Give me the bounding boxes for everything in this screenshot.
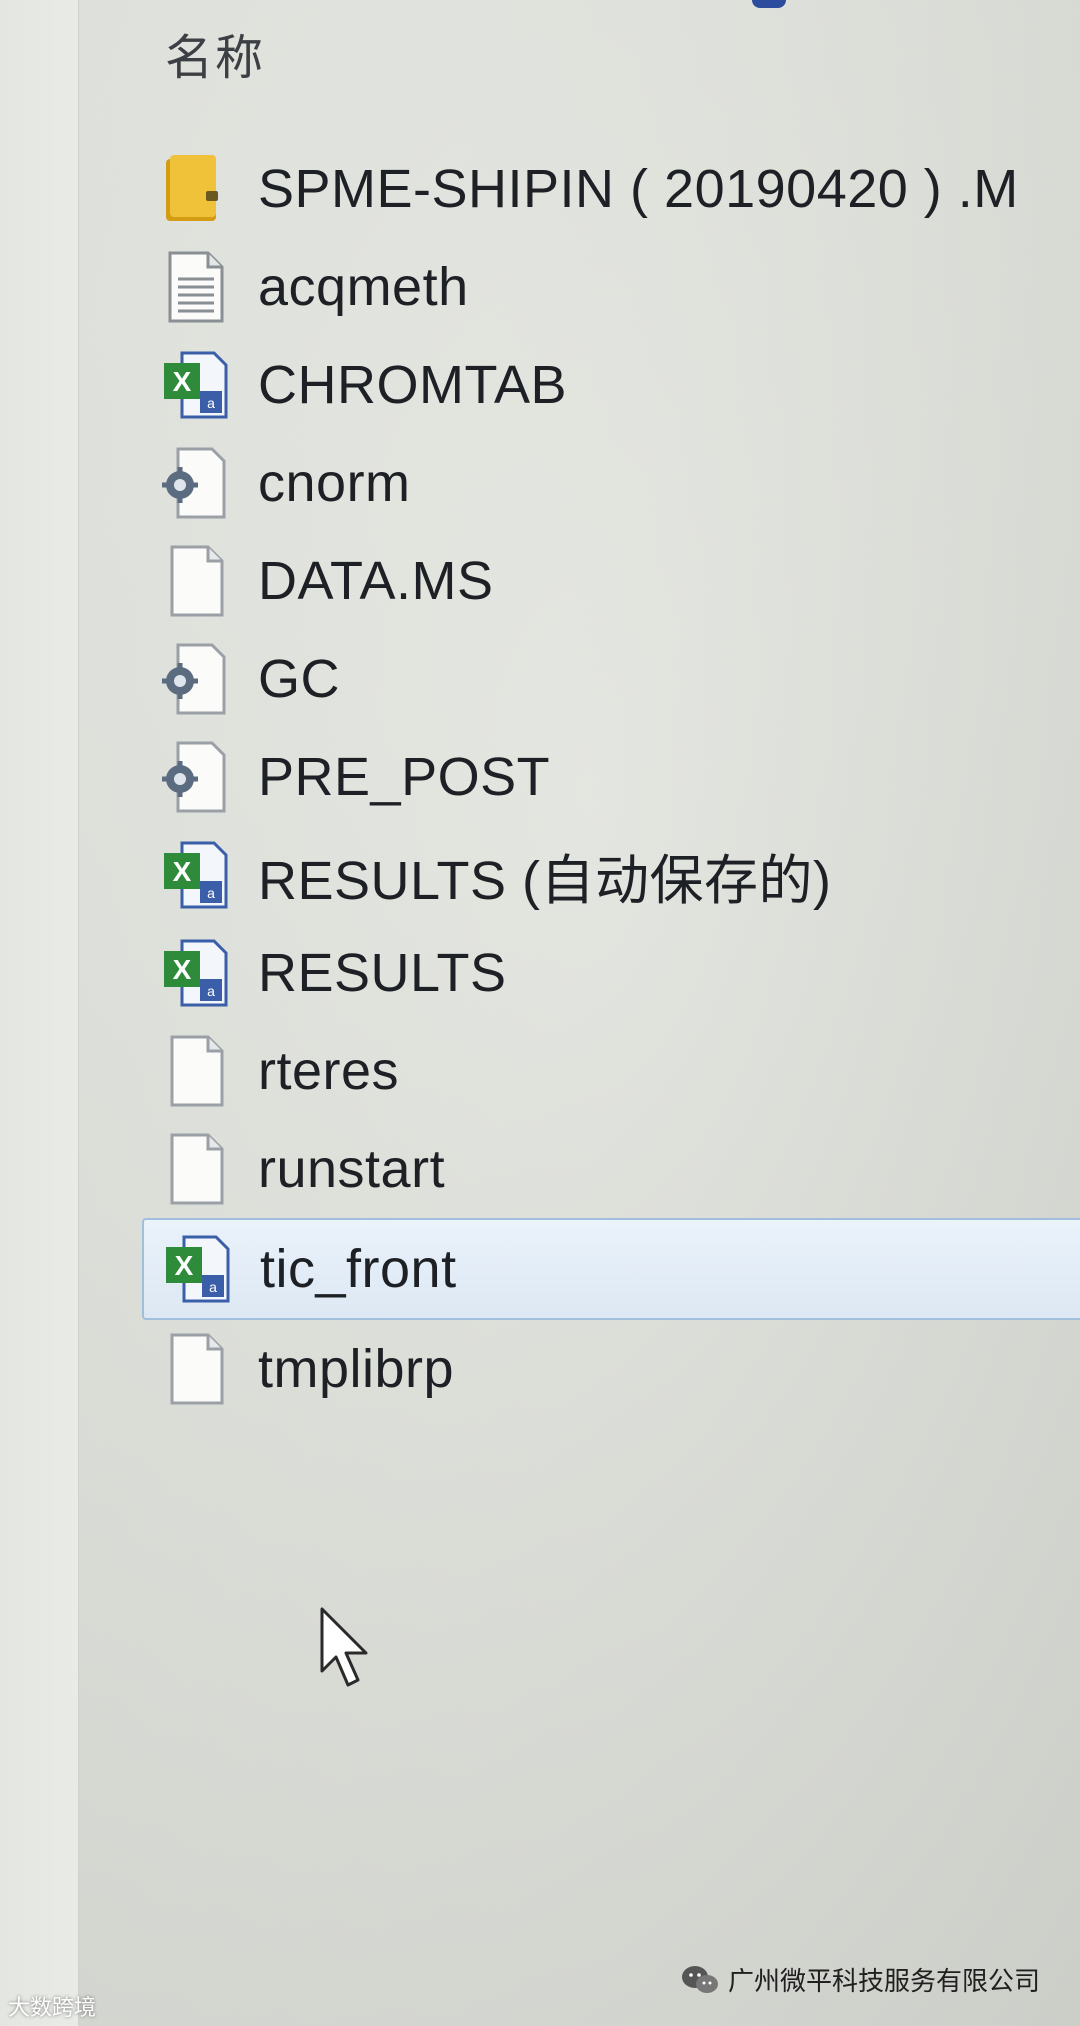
file-row[interactable]: cnorm bbox=[160, 434, 1080, 532]
svg-text:a: a bbox=[207, 885, 215, 901]
file-name: CHROMTAB bbox=[258, 355, 567, 415]
file-name: tmplibrp bbox=[258, 1339, 455, 1399]
blank-file-icon bbox=[160, 1331, 230, 1407]
file-name: acqmeth bbox=[258, 257, 469, 317]
wechat-icon bbox=[681, 1965, 718, 1993]
blank-file-icon bbox=[160, 1131, 230, 1207]
file-name: tic_front bbox=[260, 1239, 457, 1299]
svg-text:a: a bbox=[209, 1279, 217, 1295]
file-row[interactable]: a X CHROMTAB bbox=[160, 336, 1080, 434]
excel-file-icon: aX bbox=[160, 347, 230, 423]
file-name: SPME-SHIPIN ( 20190420 ) .M bbox=[258, 159, 1019, 219]
watermark-left-text: 大数跨境 bbox=[8, 1995, 97, 2020]
mouse-pointer-icon bbox=[320, 1607, 368, 1687]
svg-text:a: a bbox=[207, 395, 215, 411]
settings-file-icon bbox=[160, 641, 230, 717]
file-name: rteres bbox=[258, 1041, 400, 1101]
file-row[interactable]: rteres bbox=[160, 1022, 1080, 1120]
file-name: cnorm bbox=[258, 453, 411, 513]
text-document-icon bbox=[160, 249, 230, 325]
svg-text:X: X bbox=[173, 856, 192, 887]
name-column-header[interactable]: 名称 bbox=[165, 18, 265, 88]
excel-file-icon: aX bbox=[160, 837, 230, 913]
file-name: runstart bbox=[258, 1139, 446, 1199]
file-row[interactable]: PRE_POST bbox=[160, 728, 1080, 826]
file-name: GC bbox=[258, 649, 340, 709]
navigation-pane-edge bbox=[0, 0, 79, 2026]
file-name: PRE_POST bbox=[258, 747, 551, 807]
watermark-right-text: 广州微平科技服务有限公司 bbox=[727, 1966, 1040, 1996]
top-edge-mark bbox=[752, 0, 786, 8]
file-name: RESULTS (自动保存的) bbox=[258, 850, 832, 911]
file-row[interactable]: a X RESULTS bbox=[160, 924, 1080, 1022]
file-name: RESULTS bbox=[258, 943, 507, 1003]
settings-file-icon bbox=[160, 445, 230, 521]
settings-file-icon bbox=[160, 739, 230, 815]
folder-icon bbox=[160, 151, 230, 227]
file-row[interactable]: runstart bbox=[160, 1120, 1080, 1218]
file-row[interactable]: tmplibrp bbox=[160, 1320, 1080, 1418]
svg-text:X: X bbox=[173, 366, 192, 397]
svg-text:X: X bbox=[173, 954, 192, 985]
file-list: SPME-SHIPIN ( 20190420 ) .M acqmeth a X CHRO… bbox=[142, 140, 1080, 1418]
excel-file-icon: aX bbox=[162, 1231, 232, 1307]
watermark-left: 大数跨境 bbox=[8, 1990, 96, 2022]
watermark-right: 广州微平科技服务有限公司 bbox=[680, 1961, 1040, 1998]
svg-text:X: X bbox=[175, 1250, 194, 1281]
blank-file-icon bbox=[160, 543, 230, 619]
file-row[interactable]: SPME-SHIPIN ( 20190420 ) .M bbox=[160, 140, 1080, 238]
file-row[interactable]: GC bbox=[160, 630, 1080, 728]
file-name: DATA.MS bbox=[258, 551, 494, 611]
svg-text:a: a bbox=[207, 983, 215, 999]
file-row[interactable]: DATA.MS bbox=[160, 532, 1080, 630]
file-row[interactable]: acqmeth bbox=[160, 238, 1080, 336]
file-row[interactable]: a X RESULTS (自动保存的) bbox=[160, 826, 1080, 924]
file-row[interactable]: a Xtic_front bbox=[142, 1218, 1080, 1320]
excel-file-icon: aX bbox=[160, 935, 230, 1011]
blank-file-icon bbox=[160, 1033, 230, 1109]
